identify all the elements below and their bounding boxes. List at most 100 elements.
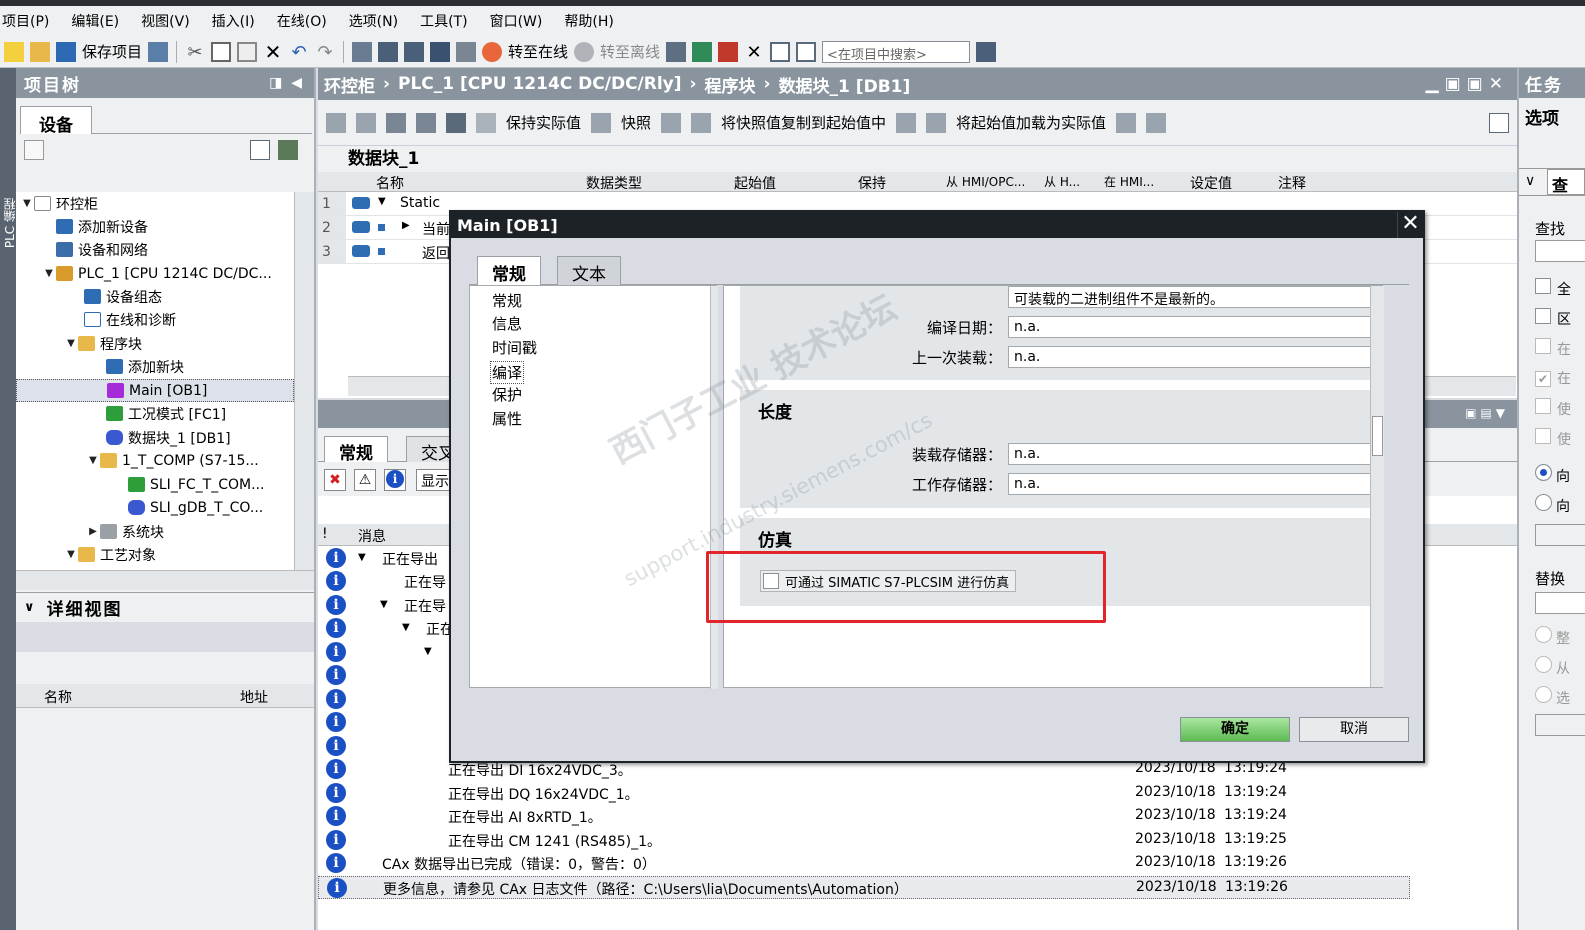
- tree-item-main-ob1[interactable]: Main [OB1]: [16, 379, 294, 402]
- print-icon[interactable]: [148, 41, 169, 62]
- tree-item-sli-fc[interactable]: SLI_FC_T_COM...: [128, 473, 264, 496]
- nav-compile[interactable]: 编译: [490, 361, 525, 384]
- undo-icon[interactable]: ↶: [289, 42, 309, 63]
- collapse-pane-icon[interactable]: ◨ ◀: [269, 75, 304, 91]
- tree-item-t-comp[interactable]: ▼ 1_T_COMP (S7-15...: [86, 449, 259, 472]
- insert-row-icon[interactable]: [326, 112, 346, 133]
- tab-general[interactable]: 常规: [477, 256, 541, 286]
- log-row[interactable]: i 正在导出 CM 1241 (RS485)_1。 2023/10/18 13:19:…: [318, 829, 1517, 852]
- tree-item-add-block[interactable]: 添加新块: [106, 355, 184, 378]
- list-icon[interactable]: [446, 112, 466, 133]
- log-row[interactable]: i 正在导出 AI 8xRTD_1。 2023/10/18 13:19:24: [318, 805, 1517, 828]
- paste-icon[interactable]: [237, 41, 258, 62]
- tab-text[interactable]: 文本: [557, 256, 621, 285]
- list-view-icon[interactable]: [250, 140, 270, 160]
- nav-general[interactable]: 常规: [492, 290, 522, 311]
- tree-item-fc1[interactable]: 工况模式 [FC1]: [106, 402, 226, 425]
- overview-icon[interactable]: [24, 140, 44, 160]
- checkbox-wildcard[interactable]: 使: [1535, 398, 1571, 419]
- breadcrumb-program-blocks[interactable]: 程序块: [705, 72, 756, 97]
- tree-item-db1[interactable]: 数据块_1 [DB1]: [106, 426, 231, 449]
- options-label[interactable]: 选项: [1525, 104, 1559, 129]
- accessible-devices-icon[interactable]: [666, 41, 687, 62]
- snapshot-button[interactable]: 快照: [621, 112, 651, 133]
- menu-online[interactable]: 在线(O): [277, 11, 327, 31]
- tree-item-plc[interactable]: ▼ PLC_1 [CPU 1214C DC/DC...: [42, 262, 272, 285]
- menu-project[interactable]: 项目(P): [2, 11, 49, 31]
- copy-icon[interactable]: [211, 41, 232, 62]
- new-project-icon[interactable]: [4, 41, 24, 62]
- copy-snapshot-to-start-button[interactable]: 将快照值复制到起始值中: [721, 112, 886, 133]
- load-start2-icon[interactable]: [926, 112, 947, 133]
- split-horizontal-icon[interactable]: [770, 41, 791, 62]
- split-vertical-icon[interactable]: [796, 41, 817, 62]
- tree-item-add-device[interactable]: 添加新设备: [56, 215, 148, 238]
- keep-actual-values-button[interactable]: 保持实际值: [506, 112, 581, 133]
- info-filter-icon[interactable]: i: [384, 469, 406, 491]
- menu-insert[interactable]: 插入(I): [212, 11, 255, 31]
- tree-item-device-config[interactable]: 设备组态: [84, 285, 162, 308]
- radio-down[interactable]: 向: [1535, 464, 1570, 486]
- error-filter-icon[interactable]: ✖: [324, 469, 346, 491]
- radio-from-current[interactable]: 从: [1535, 656, 1570, 678]
- log-row-selected[interactable]: i 更多信息，请参见 CAx 日志文件（路径：C:\Users\lia\Docum…: [318, 876, 1410, 899]
- tree-item-devices-networks[interactable]: 设备和网络: [56, 238, 148, 261]
- tree-item-tech-objects[interactable]: ▼ 工艺对象: [64, 543, 156, 566]
- ok-button[interactable]: 确定: [1180, 717, 1290, 742]
- compile-icon[interactable]: [352, 41, 373, 62]
- load-start-icon[interactable]: [896, 112, 917, 133]
- save-icon[interactable]: [56, 41, 76, 62]
- menu-window[interactable]: 窗口(W): [490, 11, 543, 31]
- breadcrumb-project[interactable]: 环控柜: [324, 72, 375, 97]
- search-icon[interactable]: [976, 41, 997, 62]
- content-scrollbar[interactable]: [1370, 286, 1384, 687]
- simulation-rt-icon[interactable]: [456, 41, 477, 62]
- checkbox-case[interactable]: 区: [1535, 308, 1571, 329]
- download-icon[interactable]: [378, 41, 399, 62]
- add-row-icon[interactable]: [356, 112, 376, 133]
- expand-icon[interactable]: [386, 112, 406, 133]
- find-section-header[interactable]: ∨ 查: [1519, 168, 1585, 196]
- checkbox-whole[interactable]: 全: [1535, 278, 1571, 299]
- log-row[interactable]: i CAx 数据导出已完成（错误：0，警告：0） 2023/10/18 13:19:2…: [318, 852, 1517, 875]
- expand-icon[interactable]: ▼: [378, 196, 386, 207]
- upload-values-icon[interactable]: [1146, 112, 1167, 133]
- delete-icon[interactable]: ✕: [263, 42, 283, 62]
- checkbox-hidden[interactable]: ✔ 在: [1535, 368, 1571, 388]
- nav-attributes[interactable]: 属性: [492, 408, 522, 429]
- log-row[interactable]: i 正在导出 DQ 16x24VDC_1。 2023/10/18 13:19:24: [318, 782, 1517, 805]
- replace-button[interactable]: [1535, 714, 1585, 736]
- tree-item-project[interactable]: ▼ 环控柜: [20, 192, 98, 215]
- stop-cpu-icon[interactable]: [718, 41, 739, 62]
- tree-vertical-scrollbar[interactable]: [294, 192, 314, 570]
- find-input[interactable]: [1535, 240, 1585, 262]
- tree-horizontal-scrollbar[interactable]: [16, 570, 314, 590]
- cut-icon[interactable]: ✂: [185, 42, 205, 63]
- open-project-icon[interactable]: [30, 41, 50, 62]
- checkbox-sub[interactable]: 在: [1535, 338, 1571, 359]
- redo-icon[interactable]: ↷: [315, 42, 335, 63]
- replace-input[interactable]: [1535, 592, 1585, 614]
- monitor-icon[interactable]: [476, 112, 496, 133]
- project-search-input[interactable]: <在项目中搜索>: [822, 40, 971, 63]
- settings-icon[interactable]: [1489, 112, 1509, 133]
- close-icon[interactable]: ✕: [1397, 212, 1423, 238]
- menu-tools[interactable]: 工具(T): [420, 11, 467, 31]
- go-offline-icon[interactable]: [574, 41, 595, 62]
- menu-options[interactable]: 选项(N): [349, 11, 398, 31]
- menu-help[interactable]: 帮助(H): [564, 11, 613, 31]
- splitter[interactable]: [710, 286, 718, 689]
- detail-view-header[interactable]: ∨ 详细视图: [16, 592, 314, 622]
- plc-programming-sidebar[interactable]: PLC 编程: [0, 68, 17, 930]
- nav-timestamp[interactable]: 时间戳: [492, 337, 537, 358]
- go-offline-button[interactable]: 转至离线: [600, 41, 660, 62]
- radio-selection[interactable]: 选: [1535, 686, 1570, 708]
- collapse-icon[interactable]: [416, 112, 436, 133]
- copy-snapshot2-icon[interactable]: [691, 112, 712, 133]
- nav-protection[interactable]: 保护: [492, 384, 522, 405]
- tree-item-program-blocks[interactable]: ▼ 程序块: [64, 332, 142, 355]
- cross-reference-icon[interactable]: ✕: [744, 42, 764, 63]
- go-online-icon[interactable]: [482, 41, 503, 62]
- upload-icon[interactable]: [404, 41, 425, 62]
- copy-snapshot-icon[interactable]: [661, 112, 682, 133]
